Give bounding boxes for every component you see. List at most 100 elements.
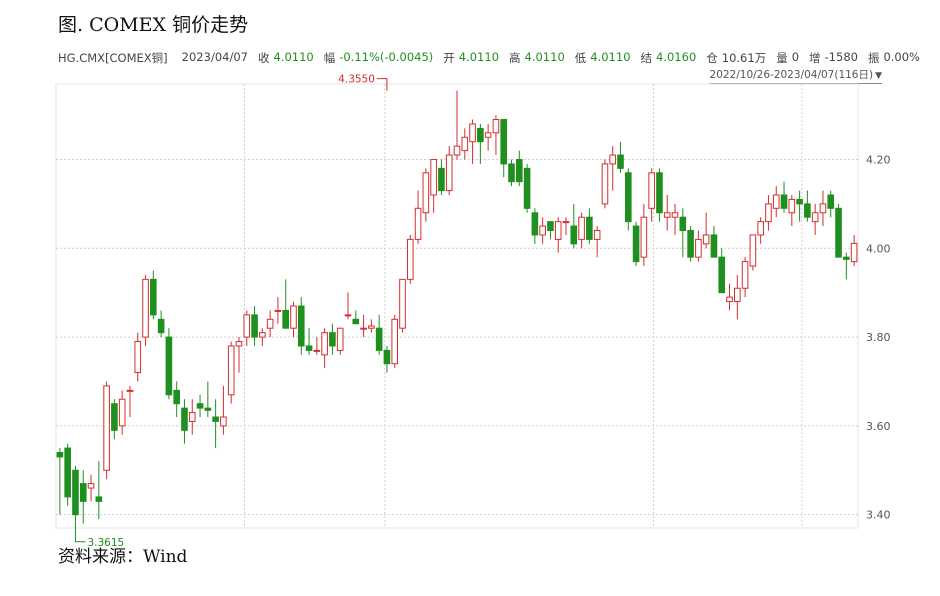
candle — [282, 279, 290, 329]
candle-body — [562, 221, 570, 224]
candle-body — [56, 452, 64, 458]
candle — [827, 190, 835, 218]
candle-body — [601, 163, 609, 205]
candle — [453, 90, 461, 160]
candle — [196, 394, 204, 417]
candle-body — [811, 212, 819, 223]
candle-body — [196, 403, 204, 409]
candle-body — [290, 305, 297, 329]
candle-body — [375, 327, 383, 351]
candle-body — [835, 207, 842, 258]
candle-body — [266, 318, 274, 329]
candle-body — [609, 154, 617, 165]
candle-body — [352, 318, 360, 325]
candle-body — [336, 327, 344, 351]
candle — [414, 190, 422, 244]
candle-body — [79, 483, 87, 502]
candle-body — [796, 198, 803, 205]
candle — [531, 208, 539, 244]
candle — [305, 328, 313, 355]
candle — [399, 278, 406, 333]
candle-body — [406, 238, 414, 280]
candle-body — [772, 194, 780, 209]
candle-body — [827, 194, 835, 209]
candle — [562, 217, 570, 235]
candle — [663, 195, 671, 231]
candle-body — [656, 172, 663, 214]
candle-body — [819, 203, 827, 214]
candle — [111, 399, 118, 440]
annotations: 4.35503.3615 — [74, 74, 388, 549]
candle — [570, 203, 578, 249]
candle — [811, 203, 819, 235]
candle — [313, 337, 321, 355]
candle — [150, 270, 157, 320]
candle — [56, 448, 64, 515]
candle-body — [508, 163, 515, 183]
y-tick-label: 3.80 — [866, 331, 891, 344]
candle — [765, 195, 772, 231]
y-tick-label: 3.60 — [866, 420, 891, 433]
candle — [710, 226, 718, 258]
candle-body — [87, 483, 95, 489]
candle — [321, 328, 328, 369]
candle-body — [422, 172, 430, 214]
candle-body — [103, 385, 110, 471]
candle — [461, 128, 469, 160]
candle — [64, 443, 71, 506]
candle-body — [181, 407, 188, 431]
candle-body — [243, 314, 251, 338]
candle — [329, 323, 336, 355]
max-annotation: 4.3550 — [338, 74, 388, 91]
candle-body — [500, 119, 508, 165]
candle — [609, 146, 617, 191]
candle-body — [804, 203, 811, 218]
candle — [95, 461, 103, 520]
candle — [477, 123, 484, 164]
candle — [617, 141, 624, 173]
candle-body — [235, 341, 243, 347]
candle — [274, 297, 282, 324]
candle — [702, 212, 710, 249]
candle-body — [227, 345, 235, 396]
candle-body — [64, 447, 71, 498]
candle — [235, 337, 243, 373]
candle — [741, 257, 749, 298]
candle — [251, 306, 258, 346]
candle — [523, 163, 531, 213]
candle — [220, 385, 227, 435]
candle-body — [718, 256, 726, 294]
candle-body — [624, 172, 632, 223]
candle — [72, 465, 79, 532]
candle-body — [274, 309, 282, 312]
candle — [103, 381, 110, 480]
candle-body — [391, 318, 399, 365]
candle-body — [297, 305, 305, 347]
candle — [422, 168, 430, 222]
candle — [547, 221, 554, 240]
candle — [718, 248, 726, 294]
candle-body — [220, 416, 227, 427]
candle-body — [142, 278, 149, 338]
candlestick-chart: 3.40 3.60 3.80 4.00 4.20 4.35503.3615 — [55, 74, 891, 549]
candle-body — [586, 216, 593, 240]
candle-body — [414, 207, 422, 240]
candle-body — [157, 318, 165, 334]
candle-body — [663, 212, 671, 218]
candle — [375, 314, 383, 355]
candle — [352, 310, 360, 325]
candle-body — [313, 349, 321, 352]
candle-body — [640, 216, 648, 258]
candle — [554, 217, 562, 253]
candle — [157, 310, 165, 338]
candle-body — [72, 469, 79, 516]
candle — [266, 310, 274, 338]
candle — [391, 314, 399, 369]
candle-body — [360, 327, 367, 330]
candle-body — [251, 314, 258, 338]
candle — [749, 234, 757, 271]
candle-body — [95, 496, 103, 502]
candle — [780, 181, 788, 213]
candle-body — [593, 230, 601, 240]
candle-body — [539, 225, 546, 236]
